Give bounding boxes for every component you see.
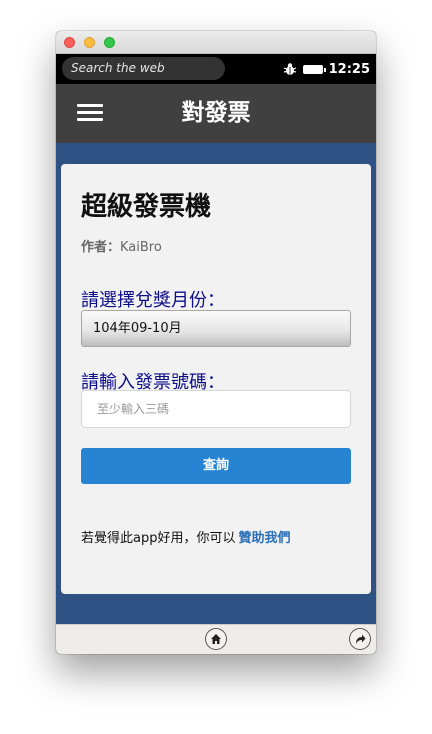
app-bar: 對發票 <box>56 84 376 143</box>
home-icon <box>211 634 221 644</box>
month-select[interactable]: 104年09-10月 <box>81 310 351 347</box>
query-button[interactable]: 查詢 <box>81 448 351 484</box>
status-indicators: 12:25 <box>283 54 370 84</box>
window-minimize-button[interactable] <box>84 37 95 48</box>
bottom-bar <box>56 624 376 654</box>
author-name: KaiBro <box>120 240 162 255</box>
month-selected-value: 104年09-10月 <box>93 321 182 336</box>
hamburger-menu-icon[interactable] <box>77 104 103 122</box>
sponsor-text: 若覺得此app好用，你可以 <box>81 531 236 546</box>
search-web-placeholder: Search the web <box>71 61 165 75</box>
card-title: 超級發票機 <box>81 192 212 222</box>
window-close-button[interactable] <box>64 37 75 48</box>
window-maximize-button[interactable] <box>104 37 115 48</box>
window-titlebar <box>56 31 376 54</box>
status-time: 12:25 <box>328 61 370 77</box>
invoice-number-input[interactable] <box>81 390 351 428</box>
home-button[interactable] <box>205 628 227 650</box>
bug-icon <box>283 63 296 75</box>
search-web-field[interactable]: Search the web <box>62 57 225 80</box>
sponsor-line: 若覺得此app好用，你可以 贊助我們 <box>81 527 291 546</box>
author-line: 作者：KaiBro <box>81 236 162 255</box>
author-label: 作者： <box>81 240 121 255</box>
share-icon <box>356 634 366 644</box>
month-label: 請選擇兌獎月份： <box>81 290 225 311</box>
app-title: 對發票 <box>181 100 251 126</box>
sponsor-link[interactable]: 贊助我們 <box>238 531 290 546</box>
battery-icon <box>302 64 326 74</box>
app-window: Search the web 12:25 對發票 超級發票機 作者：KaiBro <box>56 31 376 654</box>
status-bar: Search the web 12:25 <box>56 54 376 84</box>
share-button[interactable] <box>349 628 371 650</box>
invoice-card: 超級發票機 作者：KaiBro 請選擇兌獎月份： 104年09-10月 請輸入發… <box>61 164 371 594</box>
